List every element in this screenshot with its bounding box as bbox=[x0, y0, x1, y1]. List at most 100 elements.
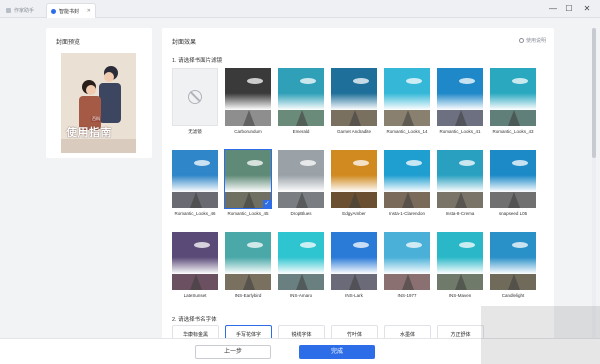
filter-cloud bbox=[406, 160, 422, 166]
filter-road bbox=[296, 192, 308, 208]
scrollbar[interactable] bbox=[592, 28, 596, 346]
filter-cloud bbox=[247, 160, 263, 166]
filter-option[interactable]: Candlelight bbox=[490, 232, 536, 298]
filter-road bbox=[349, 274, 361, 290]
filter-label: Emerald bbox=[292, 129, 310, 134]
filter-option[interactable]: DropBlues bbox=[278, 150, 324, 216]
filter-label: Insta-1-Clarendon bbox=[388, 211, 426, 216]
filter-cloud bbox=[194, 160, 210, 166]
scrollbar-thumb[interactable] bbox=[592, 28, 596, 158]
filter-cloud bbox=[353, 242, 369, 248]
tab-author-assistant[interactable]: 作家助手 bbox=[2, 3, 44, 18]
filter-option[interactable]: Carborundum bbox=[225, 68, 271, 134]
filter-option[interactable]: INS-Amaro bbox=[278, 232, 324, 298]
filter-label: INS-Lark bbox=[345, 293, 363, 298]
filter-cloud bbox=[300, 242, 316, 248]
filter-thumbnail[interactable] bbox=[172, 150, 218, 208]
filter-road bbox=[190, 192, 202, 208]
filter-thumbnail[interactable] bbox=[331, 232, 377, 290]
maximize-icon[interactable]: ☐ bbox=[562, 4, 576, 13]
cover-preview-panel: 封面预览 百科 使用指南 bbox=[46, 28, 152, 158]
filter-thumbnail[interactable] bbox=[225, 68, 271, 126]
filter-thumbnail[interactable]: ✓ bbox=[224, 149, 272, 209]
filter-option[interactable]: LateSunset bbox=[172, 232, 218, 298]
filter-thumbnail[interactable] bbox=[437, 232, 483, 290]
filter-label: LateSunset bbox=[183, 293, 207, 298]
filter-option[interactable]: 无滤镜 bbox=[172, 68, 218, 135]
filter-sky bbox=[278, 232, 324, 274]
tab-label: 智能书封 bbox=[59, 8, 80, 15]
filter-option[interactable]: Garnet Andradite bbox=[331, 68, 377, 134]
filter-thumbnail[interactable] bbox=[490, 150, 536, 208]
filter-option[interactable]: snapseed L05 bbox=[490, 150, 536, 216]
filter-option[interactable]: Romantic_Looks_43 bbox=[490, 68, 536, 134]
filter-thumbnail[interactable] bbox=[331, 68, 377, 126]
filter-cloud bbox=[459, 78, 475, 84]
filter-option[interactable]: Romantic_Looks_41 bbox=[437, 68, 483, 134]
filter-thumbnail[interactable] bbox=[384, 232, 430, 290]
filter-thumbnail[interactable] bbox=[278, 232, 324, 290]
title-bar: 作家助手 智能书封 ✕ — ☐ ✕ bbox=[0, 0, 600, 18]
filter-option[interactable]: INS-Maven bbox=[437, 232, 483, 298]
filter-sky bbox=[172, 232, 218, 274]
filter-option[interactable]: INS-1977 bbox=[384, 232, 430, 298]
filter-road bbox=[402, 110, 414, 126]
filter-sky bbox=[384, 232, 430, 274]
filter-sky bbox=[331, 150, 377, 192]
previous-step-button[interactable]: 上一步 bbox=[195, 345, 271, 359]
filter-thumbnail[interactable] bbox=[225, 232, 271, 290]
filter-option[interactable]: Insta-1-Clarendon bbox=[384, 150, 430, 216]
app-icon bbox=[6, 8, 11, 13]
filter-option[interactable]: Romantic_Looks_46 bbox=[172, 150, 218, 216]
filter-sky bbox=[384, 68, 430, 110]
filter-option[interactable]: INS-Earlybird bbox=[225, 232, 271, 298]
filter-label: Romantic_Looks_46 bbox=[174, 211, 216, 216]
help-link[interactable]: 使用说明 bbox=[518, 37, 546, 44]
filter-thumbnail[interactable] bbox=[490, 232, 536, 290]
filter-thumbnail[interactable] bbox=[172, 68, 218, 126]
no-filter-icon bbox=[188, 90, 202, 104]
filter-option[interactable]: Emerald bbox=[278, 68, 324, 134]
filter-road bbox=[455, 274, 467, 290]
filter-option[interactable]: EdgyAmber bbox=[331, 150, 377, 216]
filter-sky bbox=[331, 232, 377, 274]
filter-road bbox=[402, 274, 414, 290]
minimize-icon[interactable]: — bbox=[546, 4, 560, 13]
filter-label: snapseed L05 bbox=[498, 211, 528, 216]
filter-label: INS-1977 bbox=[397, 293, 417, 298]
filter-thumbnail[interactable] bbox=[490, 68, 536, 126]
filter-thumbnail[interactable] bbox=[278, 150, 324, 208]
filter-option[interactable]: Insta-8-Crema bbox=[437, 150, 483, 216]
filter-road bbox=[402, 192, 414, 208]
filter-road bbox=[455, 110, 467, 126]
filter-thumbnail[interactable] bbox=[384, 150, 430, 208]
done-button[interactable]: 完成 bbox=[299, 345, 375, 359]
filter-label: Garnet Andradite bbox=[336, 129, 372, 134]
filter-thumbnail[interactable] bbox=[437, 150, 483, 208]
filter-option[interactable]: INS-Lark bbox=[331, 232, 377, 298]
filter-option[interactable]: Romantic_Looks_14 bbox=[384, 68, 430, 134]
close-icon[interactable]: ✕ bbox=[580, 4, 594, 13]
filter-sky bbox=[490, 68, 536, 110]
filter-thumbnail[interactable] bbox=[384, 68, 430, 126]
filter-thumbnail[interactable] bbox=[278, 68, 324, 126]
filter-thumbnail[interactable] bbox=[172, 232, 218, 290]
filter-road bbox=[296, 110, 308, 126]
filter-sky bbox=[490, 150, 536, 192]
filter-thumbnail[interactable] bbox=[437, 68, 483, 126]
filter-road bbox=[349, 192, 361, 208]
cover-image: 百科 使用指南 bbox=[61, 53, 136, 153]
tab-smart-cover[interactable]: 智能书封 ✕ bbox=[46, 3, 96, 18]
filter-label: Romantic_Looks_14 bbox=[386, 129, 428, 134]
filter-option[interactable]: ✓ Romantic_Looks_45 bbox=[224, 149, 272, 216]
filter-road bbox=[508, 192, 520, 208]
filter-thumbnail[interactable] bbox=[331, 150, 377, 208]
filter-sky bbox=[437, 232, 483, 274]
filter-cloud bbox=[512, 160, 528, 166]
cover-subtitle: 百科 bbox=[91, 116, 101, 122]
filter-cloud bbox=[194, 242, 210, 248]
filter-road bbox=[243, 274, 255, 290]
filter-cloud bbox=[353, 160, 369, 166]
filter-sky bbox=[437, 68, 483, 110]
close-tab-icon[interactable]: ✕ bbox=[87, 8, 91, 14]
